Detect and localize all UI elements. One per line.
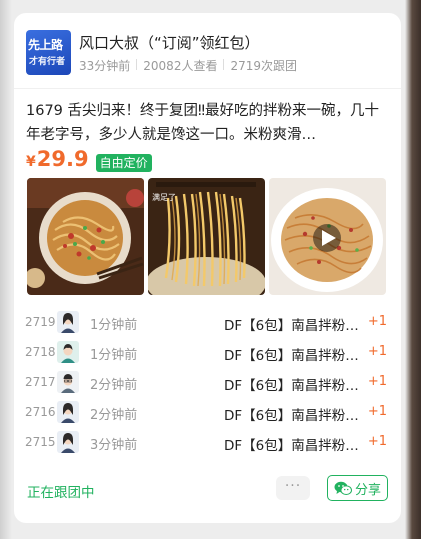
gallery-image-1[interactable] [27,178,144,295]
buyer-avatar [57,431,79,453]
order-item: DF【6包】南昌拌粉… [224,408,359,424]
meta-divider [223,59,225,70]
follow-count: 2719次跟团 [230,59,298,73]
noodles-lifted-with-chopsticks-photo: 满足了 [148,178,265,295]
order-time: 1分钟前 [90,348,138,363]
header-divider [14,88,401,89]
logo-text-line2: 才有行者 [29,57,66,67]
share-label: 分享 [354,482,381,498]
meta-divider [136,59,138,70]
order-time: 2分钟前 [90,408,138,423]
buyer-avatar [57,371,79,393]
order-item: DF【6包】南昌拌粉… [224,318,359,334]
order-number: 2718 [25,345,56,359]
currency-symbol: ¥ [26,154,36,170]
account-title[interactable]: 风口大叔（“订阅”领红包） [79,32,260,53]
image-gallery: 满足了 [27,178,387,295]
order-quantity: +1 [367,434,387,449]
group-buy-card[interactable]: 先上路 才有行者 风口大叔（“订阅”领红包） 33分钟前 20082人查看 27… [14,13,401,523]
price: ¥29.9 [26,147,89,174]
spicy-noodle-bowl-photo [27,178,144,295]
posted-time: 33分钟前 [79,59,131,73]
order-item: DF【6包】南昌拌粉… [224,348,359,364]
buyer-avatar [57,311,79,333]
order-row[interactable]: 2715 3分钟前 DF【6包】南昌拌粉… +1 [14,429,401,459]
price-row: ¥29.9 自由定价 [26,147,152,174]
account-logo[interactable]: 先上路 才有行者 [26,30,71,75]
order-row[interactable]: 2719 1分钟前 DF【6包】南昌拌粉… +1 [14,309,401,339]
price-tag-badge: 自由定价 [95,154,152,172]
order-time: 3分钟前 [90,438,138,453]
noodle-plate-video-thumbnail [269,178,386,295]
order-number: 2715 [25,435,56,449]
post-meta: 33分钟前 20082人查看 2719次跟团 [79,57,297,74]
order-item: DF【6包】南昌拌粉… [224,378,359,394]
wechat-icon [334,481,352,495]
order-quantity: +1 [367,344,387,359]
order-quantity: +1 [367,314,387,329]
buyer-avatar [57,401,79,423]
view-count: 20082人查看 [143,59,218,73]
gallery-image-2[interactable]: 满足了 [148,178,265,295]
image-caption: 满足了 [152,192,176,202]
buyer-avatar [57,341,79,363]
product-description[interactable]: 1679 舌尖归来！终于复团‼最好吃的拌粉来一碗，几十年老字号，多少人就是馋这一… [26,99,386,147]
order-row[interactable]: 2716 2分钟前 DF【6包】南昌拌粉… +1 [14,399,401,429]
gallery-image-3-video[interactable] [269,178,386,295]
order-row[interactable]: 2717 2分钟前 DF【6包】南昌拌粉… +1 [14,369,401,399]
order-number: 2719 [25,315,56,329]
price-value: 29.9 [36,147,89,171]
order-number: 2717 [25,375,56,389]
order-number: 2716 [25,405,56,419]
order-quantity: +1 [367,374,387,389]
logo-text-line1: 先上路 [28,38,63,52]
card-header: 先上路 才有行者 风口大叔（“订阅”领红包） 33分钟前 20082人查看 27… [26,30,389,76]
following-status[interactable]: 正在跟团中 [27,481,95,501]
more-options-button[interactable]: ··· [276,476,310,500]
share-button[interactable]: 分享 [327,475,388,501]
order-item: DF【6包】南昌拌粉… [224,438,359,454]
order-quantity: +1 [367,404,387,419]
order-time: 2分钟前 [90,378,138,393]
order-row[interactable]: 2718 1分钟前 DF【6包】南昌拌粉… +1 [14,339,401,369]
card-footer: 正在跟团中 ··· 分享 [14,475,401,505]
order-time: 1分钟前 [90,318,138,333]
